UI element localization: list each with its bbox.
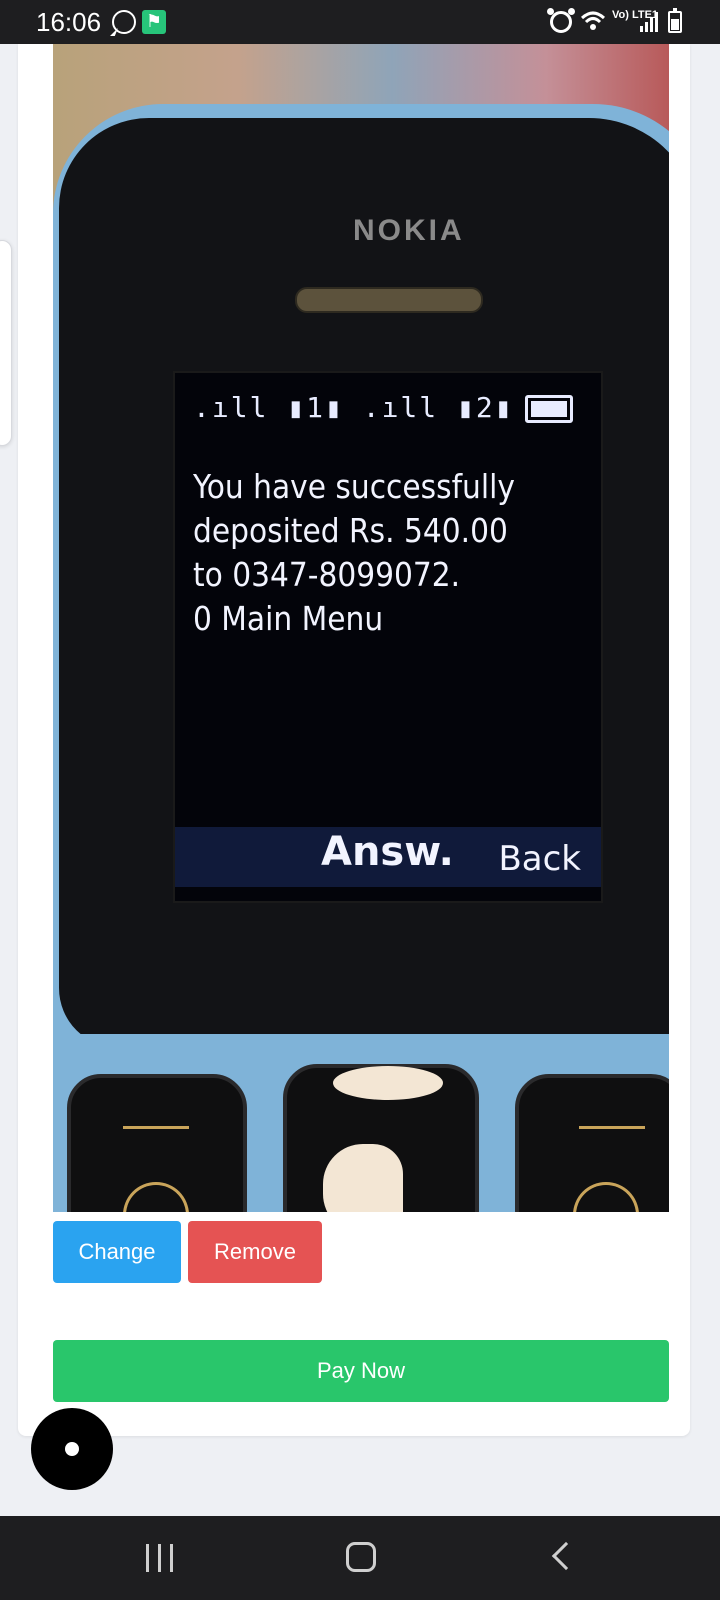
status-bar: 16:06 ⚑ Vo) LTE1 [0,0,720,44]
dot-icon [65,1442,79,1456]
left-soft-key [67,1074,247,1212]
fitness-icon: ⚑ [142,10,166,34]
recents-icon[interactable] [146,1544,176,1574]
whatsapp-icon [112,10,136,34]
alarm-icon [547,8,575,33]
screen-battery-icon [525,395,573,423]
side-drawer-handle[interactable] [0,240,12,446]
remove-button[interactable]: Remove [188,1221,322,1283]
receipt-photo: NOKIA .ıll ▮1▮ .ıll ▮2▮ ▬ You have succe… [53,44,669,1212]
message-line: You have successfully [193,467,515,506]
back-icon[interactable] [551,1541,581,1571]
softkey-right: Back [498,839,581,879]
message-line: 0 Main Menu [193,599,384,638]
system-nav-bar [0,1516,720,1600]
floating-assistant-button[interactable] [31,1408,113,1490]
screen-indicators: .ıll ▮1▮ .ıll ▮2▮ ▬ [193,391,552,424]
message-line: deposited Rs. 540.00 [193,511,508,550]
softkey-bar: Answ. Back [175,827,601,887]
home-icon[interactable] [346,1542,376,1572]
change-button[interactable]: Change [53,1221,181,1283]
pay-now-button[interactable]: Pay Now [53,1340,669,1402]
screen-message: You have successfully deposited Rs. 540.… [193,465,593,641]
signal-icon [640,12,658,32]
battery-icon [668,8,682,33]
status-time: 16:06 [36,7,102,37]
light-glare [333,1066,443,1100]
right-soft-key [515,1074,669,1212]
phone-brand: NOKIA [353,214,465,247]
message-line: to 0347-8099072. [193,555,461,594]
phone-earpiece [295,287,483,313]
softkey-center: Answ. [321,829,454,875]
phone-screen: .ıll ▮1▮ .ıll ▮2▮ ▬ You have successfull… [173,371,603,903]
light-glare [323,1144,403,1212]
wifi-icon [580,11,606,30]
